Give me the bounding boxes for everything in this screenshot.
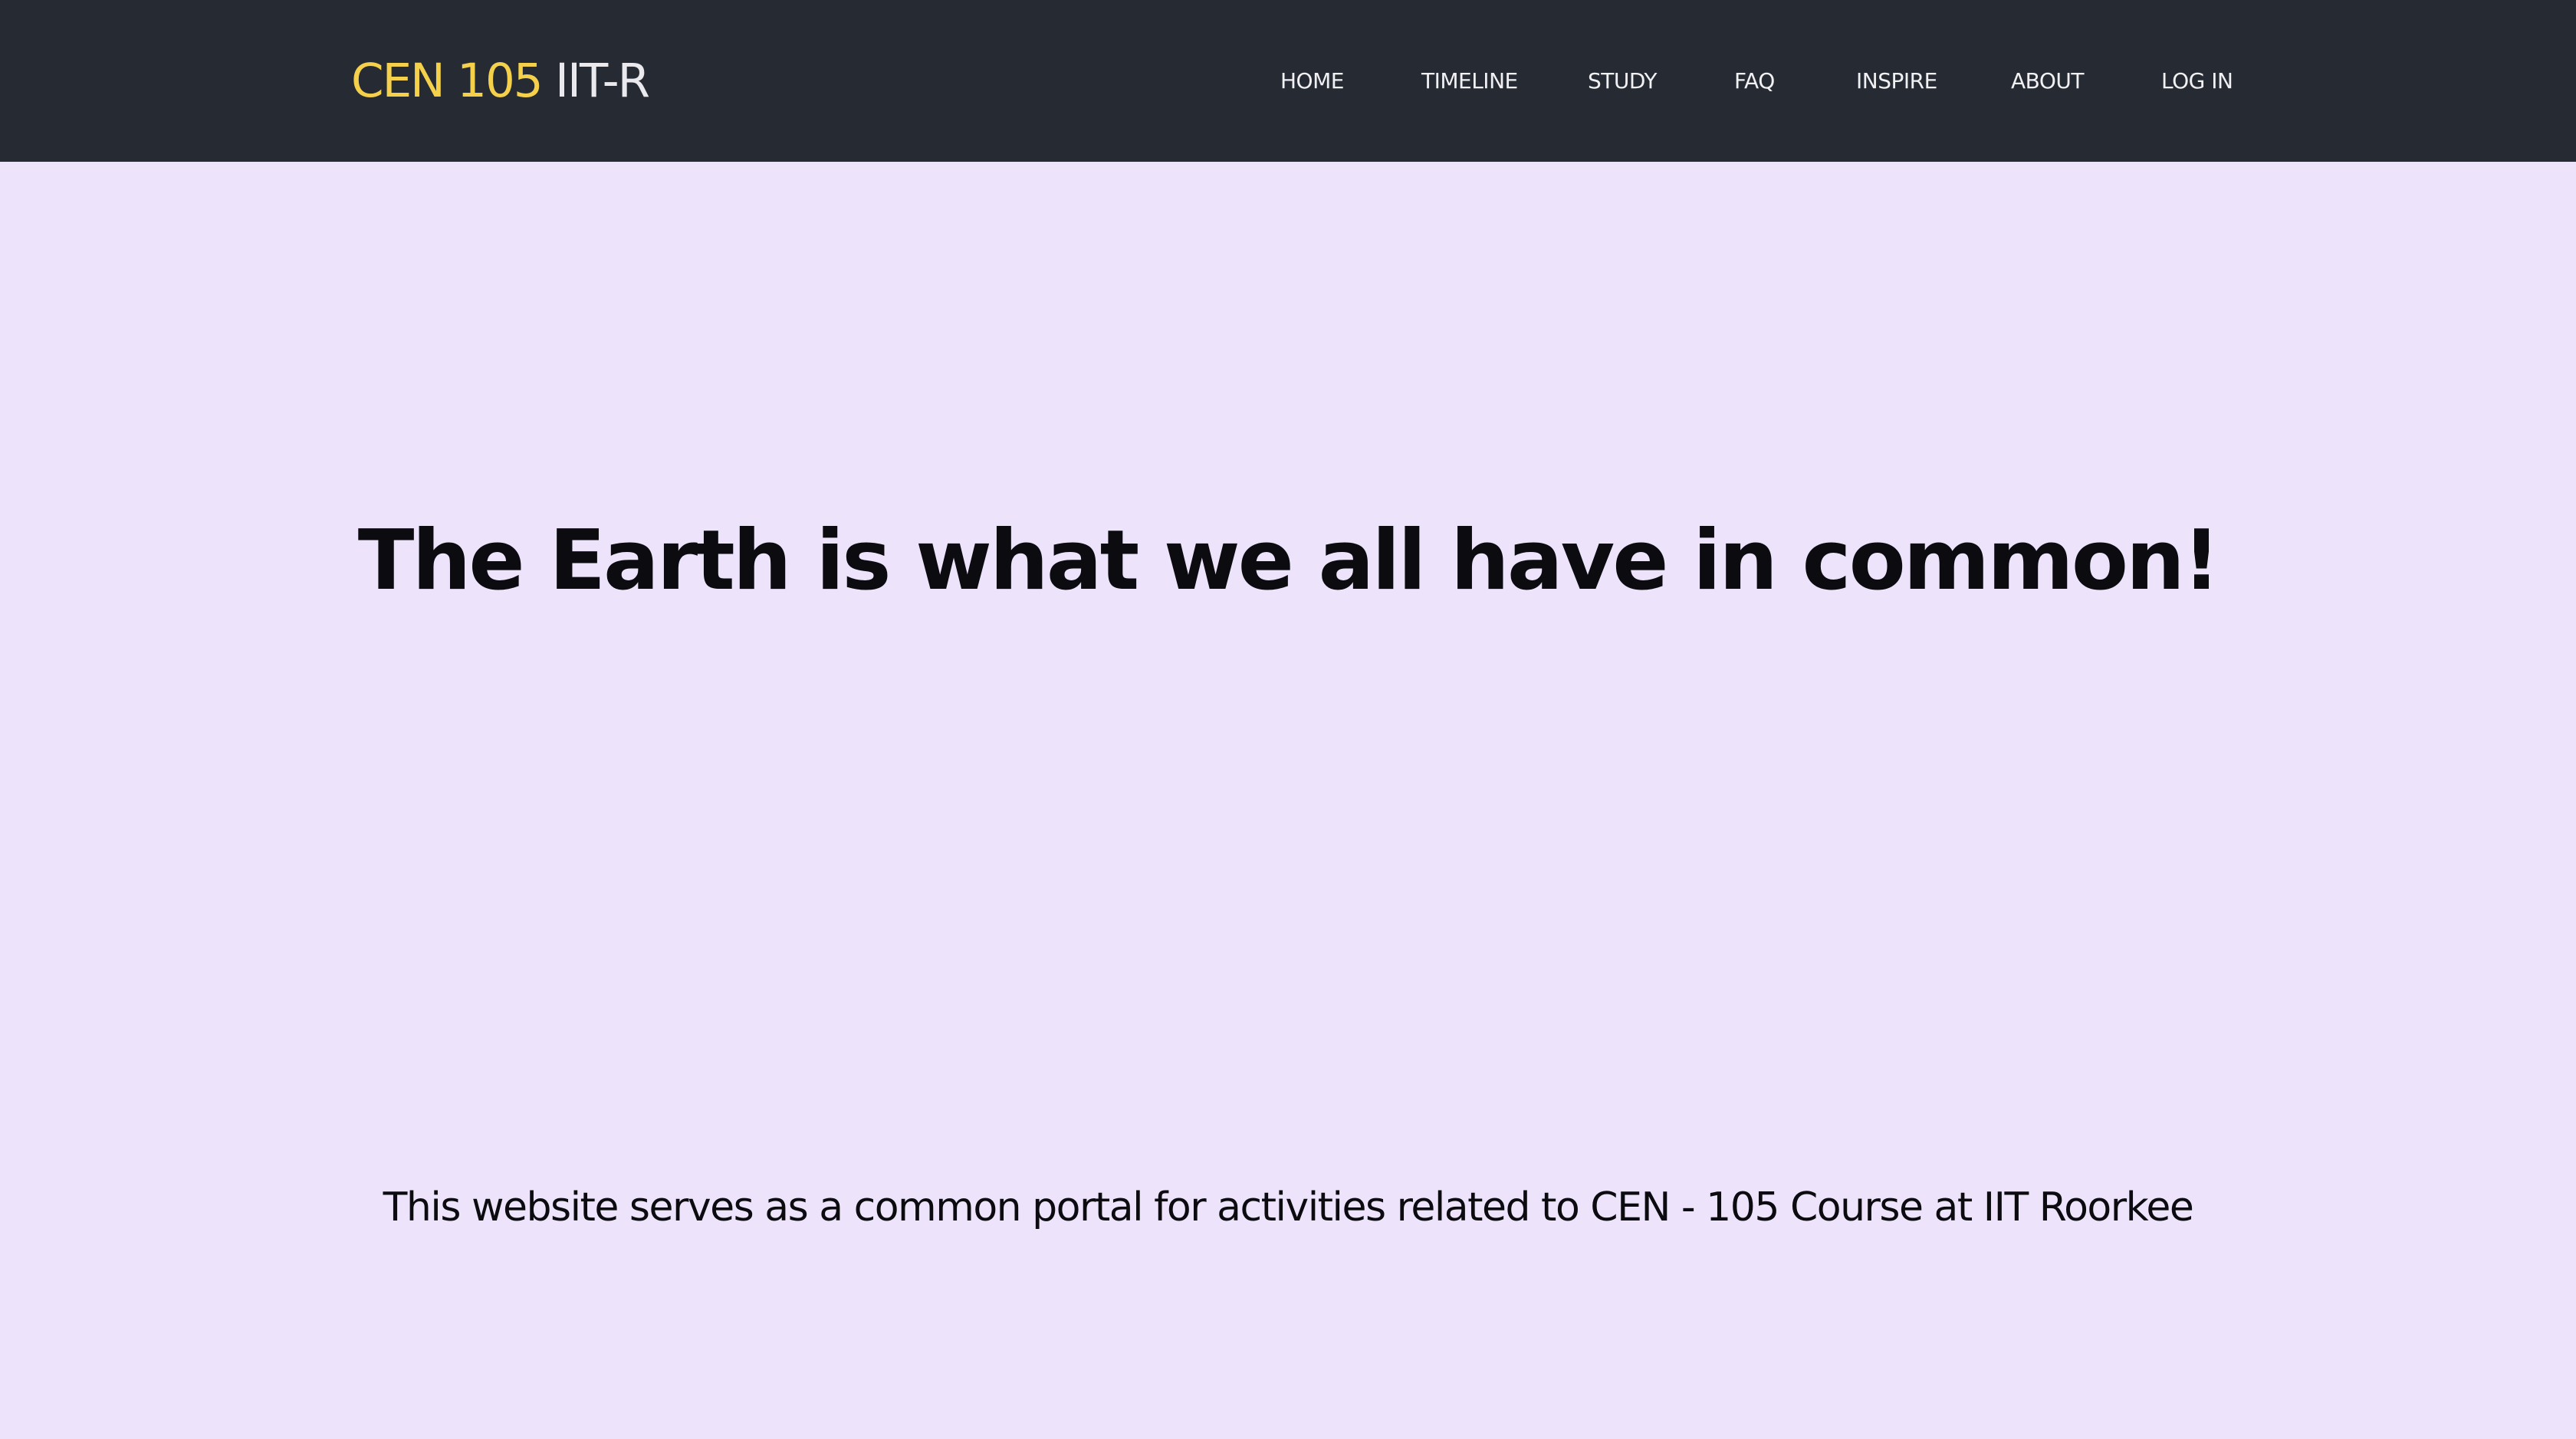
main-nav: HOME TIMELINE STUDY FAQ INSPIRE ABOUT LO… (0, 66, 2576, 97)
nav-home-link[interactable]: HOME (1280, 66, 1344, 97)
top-navbar: CEN 105 IIT-R HOME TIMELINE STUDY FAQ IN… (0, 0, 2576, 162)
nav-study-link[interactable]: STUDY (1588, 66, 1658, 97)
nav-timeline-link[interactable]: TIMELINE (1421, 66, 1518, 97)
hero-subtitle: This website serves as a common portal f… (383, 1184, 2194, 1230)
nav-inspire-link[interactable]: INSPIRE (1856, 66, 1937, 97)
nav-about-link[interactable]: ABOUT (2011, 66, 2085, 97)
nav-faq-link[interactable]: FAQ (1734, 66, 1775, 97)
nav-login-link[interactable]: LOG IN (2161, 66, 2233, 97)
hero-title: The Earth is what we all have in common! (357, 513, 2220, 609)
